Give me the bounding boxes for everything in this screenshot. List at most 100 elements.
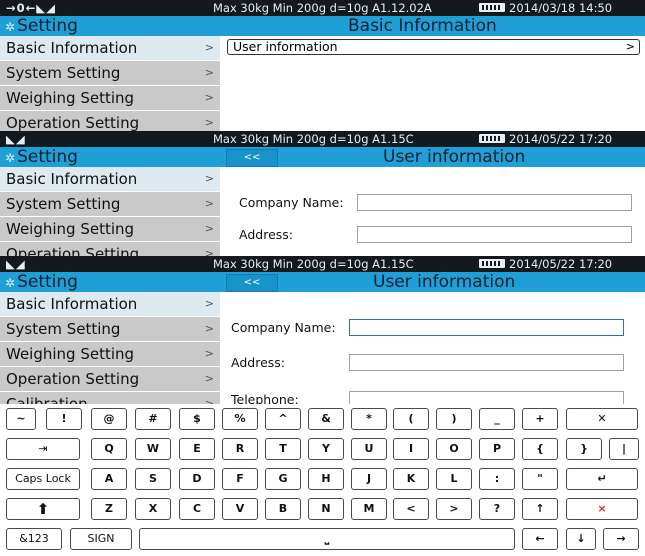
key-a[interactable]: A — [91, 468, 127, 490]
enter-key[interactable]: ↵ — [566, 468, 638, 490]
key-e[interactable]: E — [179, 438, 215, 460]
telephone-label: Telephone: — [231, 392, 299, 404]
sidebar-item-system-setting[interactable]: System Setting > — [0, 317, 220, 341]
key-less-than[interactable]: < — [393, 498, 429, 520]
key-s[interactable]: S — [135, 468, 171, 490]
key-hash[interactable]: # — [135, 408, 171, 430]
key-u[interactable]: U — [351, 438, 387, 460]
title-bar: ✲ Setting Basic Information — [0, 16, 645, 36]
chevron-right-icon: > — [204, 322, 214, 335]
key-open-brace[interactable]: { — [522, 438, 558, 460]
key-asterisk[interactable]: * — [351, 408, 387, 430]
key-tilde[interactable]: ~ — [6, 408, 36, 430]
key-o[interactable]: O — [436, 438, 472, 460]
key-open-paren[interactable]: ( — [393, 408, 429, 430]
key-n[interactable]: N — [308, 498, 344, 520]
key-f[interactable]: F — [222, 468, 258, 490]
arrow-right-icon: → — [616, 532, 626, 545]
back-button[interactable]: << — [226, 149, 278, 167]
key-quote[interactable]: " — [522, 468, 558, 490]
sidebar-item-operation-setting[interactable]: Operation Setting > — [0, 367, 220, 391]
key-p[interactable]: P — [479, 438, 515, 460]
key-pipe[interactable]: | — [609, 438, 639, 460]
caps-lock-key[interactable]: Caps Lock — [6, 468, 80, 490]
backspace-icon: ✕ — [597, 412, 607, 425]
key-g[interactable]: G — [265, 468, 301, 490]
address-field[interactable] — [349, 354, 624, 371]
key-y[interactable]: Y — [308, 438, 344, 460]
sidebar-item-weighing-setting[interactable]: Weighing Setting > — [0, 217, 220, 241]
sidebar-item-weighing-setting[interactable]: Weighing Setting > — [0, 86, 220, 110]
key-w[interactable]: W — [135, 438, 171, 460]
key-m[interactable]: M — [351, 498, 387, 520]
sidebar-item-weighing-setting[interactable]: Weighing Setting > — [0, 342, 220, 366]
user-information-item[interactable]: User information > — [227, 39, 640, 55]
key-k[interactable]: K — [393, 468, 429, 490]
space-key[interactable]: ⎵ — [139, 528, 515, 550]
key-exclamation[interactable]: ! — [46, 408, 82, 430]
sidebar-item-basic-information[interactable]: Basic Information > — [0, 36, 220, 60]
key-z[interactable]: Z — [91, 498, 127, 520]
sidebar-item-operation-setting[interactable]: Operation Setting > — [0, 242, 220, 256]
key-h[interactable]: H — [308, 468, 344, 490]
key-i[interactable]: I — [393, 438, 429, 460]
key-q[interactable]: Q — [91, 438, 127, 460]
chevron-right-icon: > — [204, 222, 214, 235]
key-plus[interactable]: + — [522, 408, 558, 430]
key-colon[interactable]: : — [479, 468, 515, 490]
key-b[interactable]: B — [265, 498, 301, 520]
gear-icon: ✲ — [5, 151, 16, 165]
tab-key[interactable]: ⇥ — [6, 438, 80, 460]
settings-title: ✲ Setting — [5, 272, 78, 292]
close-keyboard-key[interactable]: × — [566, 498, 638, 520]
sidebar-item-operation-setting[interactable]: Operation Setting > — [0, 111, 220, 131]
sidebar-item-calibration[interactable]: Calibration > — [0, 392, 220, 404]
key-close-brace[interactable]: } — [566, 438, 602, 460]
tare-indicator: ◣◢ — [6, 257, 26, 271]
key-d[interactable]: D — [179, 468, 215, 490]
company-name-field[interactable] — [349, 319, 624, 336]
sidebar-item-system-setting[interactable]: System Setting > — [0, 192, 220, 216]
company-name-field[interactable] — [357, 194, 632, 211]
key-c[interactable]: C — [179, 498, 215, 520]
key-ampersand[interactable]: & — [308, 408, 344, 430]
key-x[interactable]: X — [135, 498, 171, 520]
key-question[interactable]: ? — [479, 498, 515, 520]
arrow-left-key[interactable]: ← — [522, 528, 558, 550]
key-r[interactable]: R — [222, 438, 258, 460]
scale-info: Max 30kg Min 200g d=10g A1.15C — [213, 257, 414, 271]
chevron-right-icon: > — [204, 91, 214, 104]
content-area: Company Name: Address: Telephone: — [221, 292, 645, 404]
key-greater-than[interactable]: > — [436, 498, 472, 520]
sign-key[interactable]: SIGN — [70, 528, 132, 550]
sidebar-item-basic-information[interactable]: Basic Information > — [0, 292, 220, 316]
telephone-field[interactable] — [349, 391, 624, 404]
sidebar-item-system-setting[interactable]: System Setting > — [0, 61, 220, 85]
symbols-key[interactable]: &123 — [6, 528, 62, 550]
arrow-right-key[interactable]: → — [603, 528, 639, 550]
key-underscore[interactable]: _ — [479, 408, 515, 430]
close-icon: × — [597, 502, 607, 515]
address-field[interactable] — [357, 226, 632, 243]
key-l[interactable]: L — [436, 468, 472, 490]
key-dollar[interactable]: $ — [179, 408, 215, 430]
key-v[interactable]: V — [222, 498, 258, 520]
key-close-paren[interactable]: ) — [436, 408, 472, 430]
address-label: Address: — [231, 355, 285, 370]
key-t[interactable]: T — [265, 438, 301, 460]
shift-key[interactable]: ⬆ — [6, 498, 80, 520]
key-j[interactable]: J — [351, 468, 387, 490]
zero-tare-indicator: →0←◣◢ — [6, 1, 56, 15]
key-percent[interactable]: % — [222, 408, 258, 430]
key-at[interactable]: @ — [91, 408, 127, 430]
backspace-key[interactable]: ✕ — [566, 408, 638, 430]
key-caret[interactable]: ^ — [265, 408, 301, 430]
arrow-down-key[interactable]: ↓ — [566, 528, 596, 550]
sidebar-item-basic-information[interactable]: Basic Information > — [0, 167, 220, 191]
chevron-right-icon: > — [204, 66, 214, 79]
battery-icon — [479, 259, 505, 268]
scale-info: Max 30kg Min 200g d=10g A1.15C — [213, 132, 414, 146]
gear-icon: ✲ — [5, 20, 16, 34]
back-button[interactable]: << — [226, 274, 278, 292]
arrow-up-key[interactable]: ↑ — [522, 498, 558, 520]
